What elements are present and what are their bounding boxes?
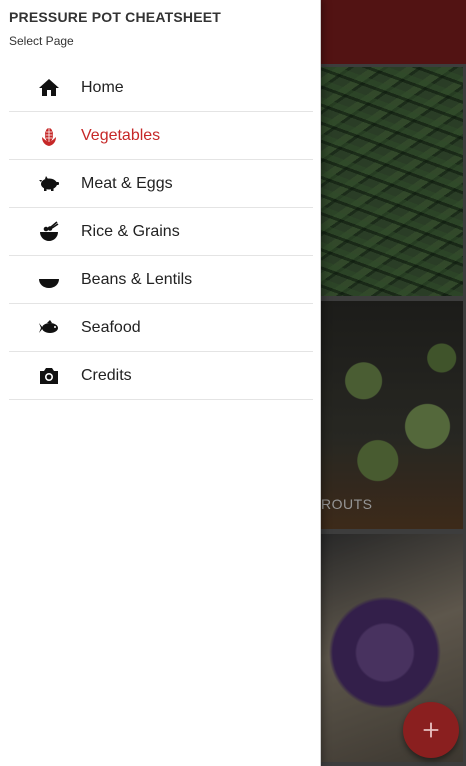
bowl-icon xyxy=(37,268,61,292)
menu-item-vegetables[interactable]: Vegetables xyxy=(9,112,313,160)
menu-item-label: Meat & Eggs xyxy=(81,174,173,192)
menu-item-label: Beans & Lentils xyxy=(81,270,193,288)
menu-item-credits[interactable]: Credits xyxy=(9,352,313,400)
rice-bowl-icon xyxy=(37,220,61,244)
drawer-header: PRESSURE POT CHEATSHEET Select Page xyxy=(0,0,320,56)
drawer-menu: Home Vegetables Meat & Eggs Rice & Grain… xyxy=(9,64,313,400)
camera-icon xyxy=(37,364,61,388)
home-icon xyxy=(37,76,61,100)
corn-icon xyxy=(37,124,61,148)
menu-item-label: Rice & Grains xyxy=(81,222,180,240)
plus-icon xyxy=(423,722,439,738)
add-fab-button[interactable] xyxy=(403,702,459,758)
menu-item-meat-eggs[interactable]: Meat & Eggs xyxy=(9,160,313,208)
menu-item-label: Vegetables xyxy=(81,126,161,144)
menu-item-home[interactable]: Home xyxy=(9,64,313,112)
drawer-title: PRESSURE POT CHEATSHEET xyxy=(9,9,222,25)
menu-item-beans-lentils[interactable]: Beans & Lentils xyxy=(9,256,313,304)
menu-item-seafood[interactable]: Seafood xyxy=(9,304,313,352)
menu-item-label: Home xyxy=(81,78,124,96)
menu-item-rice-grains[interactable]: Rice & Grains xyxy=(9,208,313,256)
menu-item-label: Seafood xyxy=(81,318,141,336)
menu-item-label: Credits xyxy=(81,366,132,384)
fish-icon xyxy=(37,316,61,340)
pig-icon xyxy=(37,172,61,196)
navigation-drawer: PRESSURE POT CHEATSHEET Select Page Home… xyxy=(0,0,321,766)
drawer-subtitle: Select Page xyxy=(9,34,74,48)
